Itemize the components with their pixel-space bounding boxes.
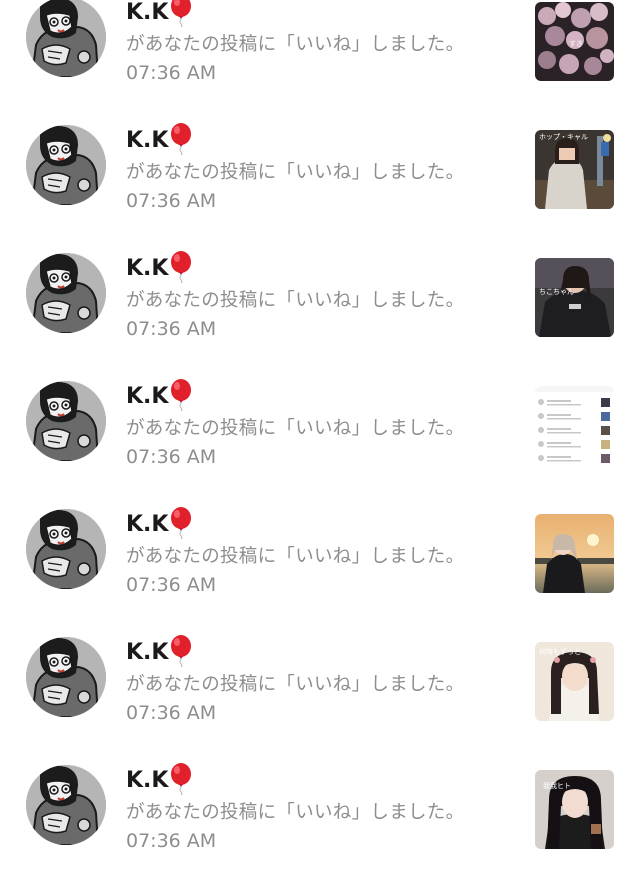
- timestamp: 07:36 AM: [126, 702, 217, 724]
- username[interactable]: K.K: [126, 0, 193, 27]
- notification-item[interactable]: K.K があなたの投稿に「いいね」しました。 07:36 AM: [0, 381, 640, 509]
- thumbnail-caption: すき: [569, 40, 583, 48]
- post-thumbnail[interactable]: 何時もずっと: [535, 642, 614, 721]
- thumbnail-caption: 我我ヒト: [543, 782, 571, 790]
- thumbnail-caption: ホップ・キャル: [539, 133, 588, 141]
- timestamp: 07:36 AM: [126, 190, 217, 212]
- username[interactable]: K.K: [126, 383, 193, 411]
- post-thumbnail[interactable]: [535, 386, 614, 465]
- thumbnail-caption: 何時もずっと: [539, 648, 581, 656]
- thumbnail-caption: ちこちゃん: [539, 288, 574, 296]
- notification-message: があなたの投稿に「いいね」しました。: [126, 674, 465, 695]
- balloon-icon: [169, 379, 193, 411]
- username[interactable]: K.K: [126, 767, 193, 795]
- notification-item[interactable]: K.K があなたの投稿に「いいね」しました。 07:36 AM: [0, 509, 640, 637]
- girl-street-photo-icon: [535, 130, 614, 209]
- timestamp: 07:36 AM: [126, 62, 217, 84]
- avatar[interactable]: [26, 765, 106, 845]
- screenshot-list-photo-icon: [535, 386, 614, 465]
- post-thumbnail[interactable]: ちこちゃん: [535, 258, 614, 337]
- timestamp: 07:36 AM: [126, 574, 217, 596]
- balloon-icon: [169, 635, 193, 667]
- post-thumbnail[interactable]: [535, 514, 614, 593]
- balloon-icon: [169, 251, 193, 283]
- notification-message: があなたの投稿に「いいね」しました。: [126, 162, 465, 183]
- notification-item[interactable]: K.K があなたの投稿に「いいね」しました。 07:36 AM ホップ・キャル: [0, 125, 640, 253]
- notification-message: があなたの投稿に「いいね」しました。: [126, 290, 465, 311]
- timestamp: 07:36 AM: [126, 318, 217, 340]
- avatar[interactable]: [26, 125, 106, 205]
- avatar[interactable]: [26, 637, 106, 717]
- username[interactable]: K.K: [126, 639, 193, 667]
- username[interactable]: K.K: [126, 511, 193, 539]
- timestamp: 07:36 AM: [126, 830, 217, 852]
- post-thumbnail[interactable]: ホップ・キャル: [535, 130, 614, 209]
- avatar[interactable]: [26, 0, 106, 77]
- avatar[interactable]: [26, 509, 106, 589]
- post-thumbnail[interactable]: 我我ヒト: [535, 770, 614, 849]
- balloon-icon: [169, 123, 193, 155]
- notification-item[interactable]: K.K があなたの投稿に「いいね」しました。 07:36 AM ちこちゃん: [0, 253, 640, 381]
- balloon-icon: [169, 763, 193, 795]
- avatar[interactable]: [26, 253, 106, 333]
- balloon-icon: [169, 507, 193, 539]
- post-thumbnail[interactable]: すき: [535, 2, 614, 81]
- notification-list: K.K があなたの投稿に「いいね」しました。 07:36 AM すき K.K が…: [0, 0, 640, 893]
- notification-item[interactable]: K.K があなたの投稿に「いいね」しました。 07:36 AM 我我ヒト: [0, 765, 640, 893]
- username[interactable]: K.K: [126, 127, 193, 155]
- notification-item[interactable]: K.K があなたの投稿に「いいね」しました。 07:36 AM すき: [0, 0, 640, 125]
- notification-message: があなたの投稿に「いいね」しました。: [126, 546, 465, 567]
- sunset-girl-photo-icon: [535, 514, 614, 593]
- avatar[interactable]: [26, 381, 106, 461]
- username[interactable]: K.K: [126, 255, 193, 283]
- notification-message: があなたの投稿に「いいね」しました。: [126, 802, 465, 823]
- notification-message: があなたの投稿に「いいね」しました。: [126, 34, 465, 55]
- timestamp: 07:36 AM: [126, 446, 217, 468]
- notification-item[interactable]: K.K があなたの投稿に「いいね」しました。 07:36 AM 何時もずっと: [0, 637, 640, 765]
- girl-night-photo-icon: [535, 258, 614, 337]
- notification-message: があなたの投稿に「いいね」しました。: [126, 418, 465, 439]
- balloon-icon: [169, 0, 193, 27]
